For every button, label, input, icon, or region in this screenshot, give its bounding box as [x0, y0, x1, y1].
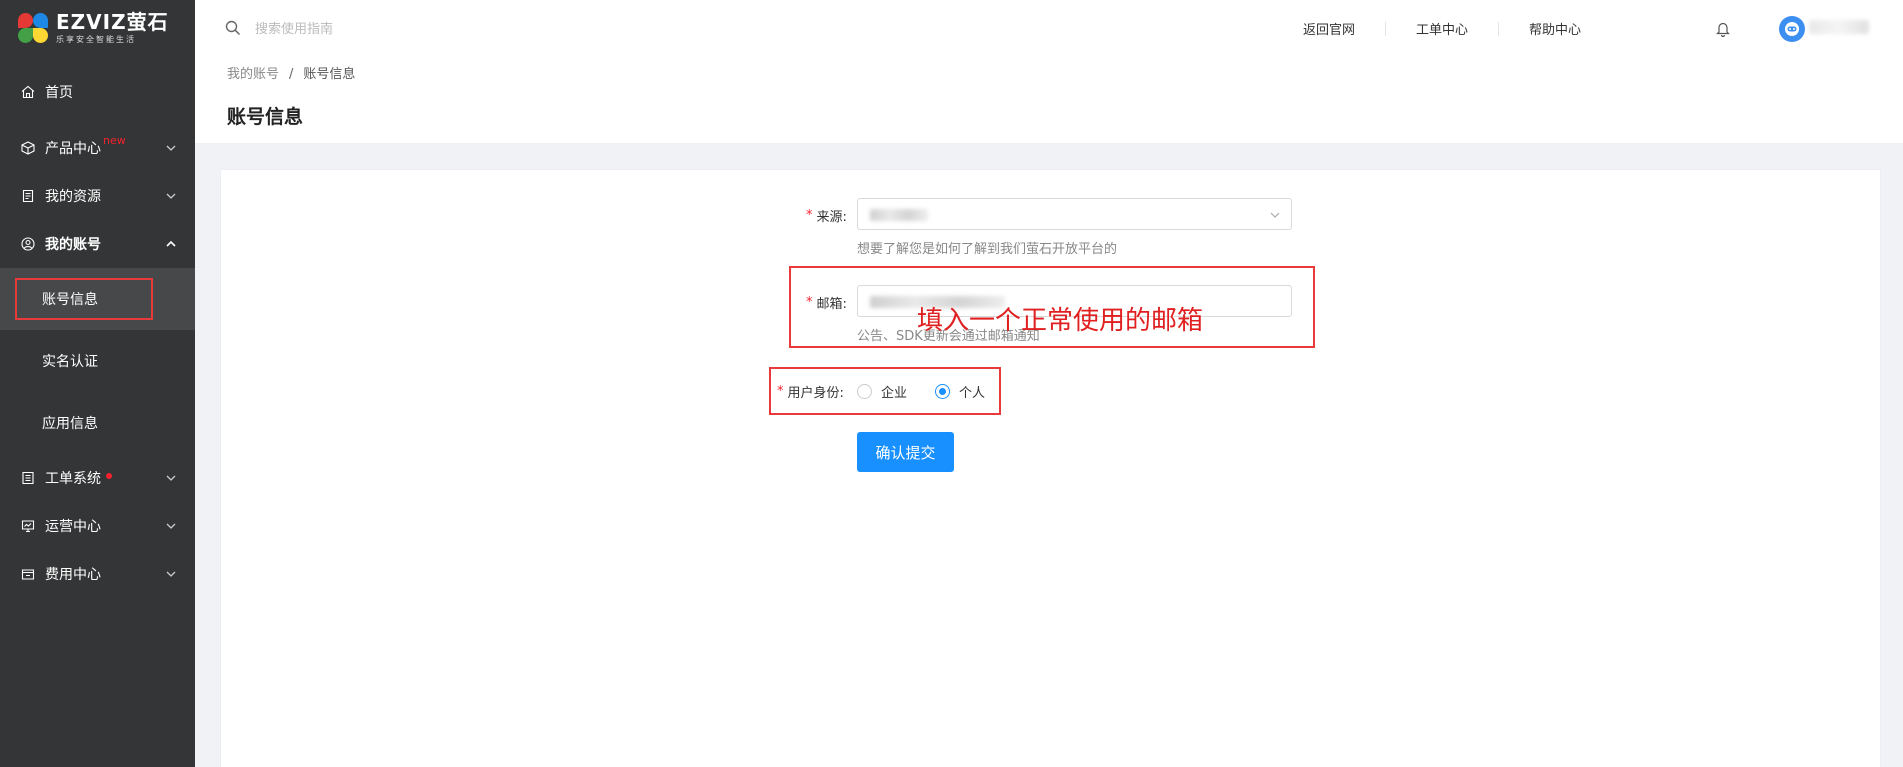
- sidebar-item-resources[interactable]: 我的资源: [0, 172, 195, 220]
- required-asterisk: *: [806, 208, 813, 223]
- radio-enterprise[interactable]: [857, 384, 872, 399]
- chevron-down-icon: [166, 193, 176, 199]
- notification-dot: [106, 473, 112, 479]
- sidebar-item-account[interactable]: 我的账号: [0, 220, 195, 268]
- sidebar-item-label: 我的资源: [45, 189, 101, 205]
- email-field-label: * 邮箱:: [806, 293, 847, 312]
- search-bar[interactable]: 搜索使用指南: [225, 18, 333, 37]
- identity-label: 用户身份:: [787, 386, 844, 401]
- link-back-to-site[interactable]: 返回官网: [1303, 19, 1355, 38]
- submit-button[interactable]: 确认提交: [857, 432, 954, 472]
- top-links: 返回官网 工单中心 帮助中心: [1303, 19, 1581, 38]
- radio-individual-label[interactable]: 个人: [959, 382, 985, 401]
- ezviz-logo-icon: [16, 11, 50, 45]
- chevron-down-icon: [166, 523, 176, 529]
- radio-individual[interactable]: [935, 384, 951, 399]
- sidebar-item-home[interactable]: 首页: [0, 68, 195, 116]
- link-help-center[interactable]: 帮助中心: [1529, 19, 1581, 38]
- wallet-icon: [20, 566, 36, 582]
- sidebar-subitem-account-info[interactable]: 账号信息: [0, 268, 195, 330]
- sidebar-item-tickets[interactable]: 工单系统: [0, 454, 195, 502]
- sidebar-item-label: 首页: [45, 85, 73, 101]
- email-annotation: 填入一个正常使用的邮箱: [917, 306, 1204, 336]
- chevron-down-icon: [1270, 212, 1280, 218]
- sidebar-subitem-app-info[interactable]: 应用信息: [0, 392, 195, 454]
- identity-radio-group: 企业 个人: [857, 382, 985, 401]
- link-ticket-center[interactable]: 工单中心: [1416, 19, 1468, 38]
- breadcrumb-separator: /: [289, 67, 294, 82]
- account-info-card: * 来源: 想要了解您是如何了解到我们萤石开放平台的 * 邮箱: 公告、SDK更…: [220, 169, 1881, 767]
- sidebar-subitem-real-name[interactable]: 实名认证: [0, 330, 195, 392]
- chevron-down-icon: [166, 475, 176, 481]
- identity-field-label: * 用户身份:: [777, 382, 844, 401]
- required-asterisk: *: [806, 295, 813, 310]
- avatar[interactable]: [1779, 16, 1805, 42]
- source-label: 来源:: [816, 210, 847, 225]
- sidebar-item-label: 我的账号: [45, 237, 101, 253]
- sidebar-item-label: 运营中心: [45, 519, 101, 535]
- list-icon: [20, 470, 36, 486]
- source-value-redacted: [870, 209, 928, 221]
- sidebar-item-billing[interactable]: 费用中心: [0, 550, 195, 598]
- brand-logo[interactable]: EZVIZ萤石 乐享安全智能生活: [0, 0, 195, 56]
- sidebar-subitem-label: 实名认证: [42, 354, 98, 370]
- highlight-box: [15, 278, 153, 320]
- breadcrumb: 我的账号 / 账号信息: [227, 63, 355, 82]
- sidebar-item-label: 费用中心: [45, 567, 101, 583]
- sidebar: EZVIZ萤石 乐享安全智能生活 首页 产品中心 new 我的资源 我的账号 账…: [0, 0, 195, 767]
- brand-name: EZVIZ萤石: [56, 9, 169, 34]
- source-hint: 想要了解您是如何了解到我们萤石开放平台的: [857, 242, 1118, 257]
- source-select[interactable]: [857, 198, 1292, 230]
- sidebar-subitem-label: 应用信息: [42, 416, 98, 432]
- top-header: 搜索使用指南 返回官网 工单中心 帮助中心 我的账号 / 账号信息 账号信息: [195, 0, 1903, 143]
- sidebar-item-operations[interactable]: 运营中心: [0, 502, 195, 550]
- cube-icon: [20, 140, 36, 156]
- username-redacted[interactable]: [1809, 20, 1869, 34]
- chevron-up-icon: [166, 240, 176, 247]
- chevron-down-icon: [166, 571, 176, 577]
- search-input[interactable]: 搜索使用指南: [255, 18, 333, 37]
- home-icon: [20, 84, 36, 100]
- new-badge: new: [103, 133, 126, 147]
- required-asterisk: *: [777, 384, 784, 399]
- bell-icon[interactable]: [1716, 21, 1730, 37]
- monitor-icon: [20, 518, 36, 534]
- source-field-label: * 来源:: [806, 206, 847, 225]
- breadcrumb-current: 账号信息: [303, 67, 356, 82]
- chevron-down-icon: [166, 145, 176, 151]
- sidebar-item-label: 工单系统: [45, 471, 101, 487]
- breadcrumb-root[interactable]: 我的账号: [227, 67, 279, 82]
- divider: [1498, 21, 1500, 36]
- search-icon: [225, 20, 241, 35]
- divider: [1385, 21, 1387, 36]
- sidebar-item-products[interactable]: 产品中心 new: [0, 124, 195, 172]
- robot-face-icon: [1785, 22, 1799, 36]
- user-circle-icon: [20, 236, 36, 252]
- page-title: 账号信息: [227, 106, 304, 128]
- email-label: 邮箱:: [816, 297, 847, 312]
- sidebar-item-label: 产品中心: [45, 141, 101, 157]
- brand-tagline: 乐享安全智能生活: [56, 34, 136, 44]
- document-icon: [20, 188, 36, 204]
- radio-enterprise-label[interactable]: 企业: [881, 382, 907, 401]
